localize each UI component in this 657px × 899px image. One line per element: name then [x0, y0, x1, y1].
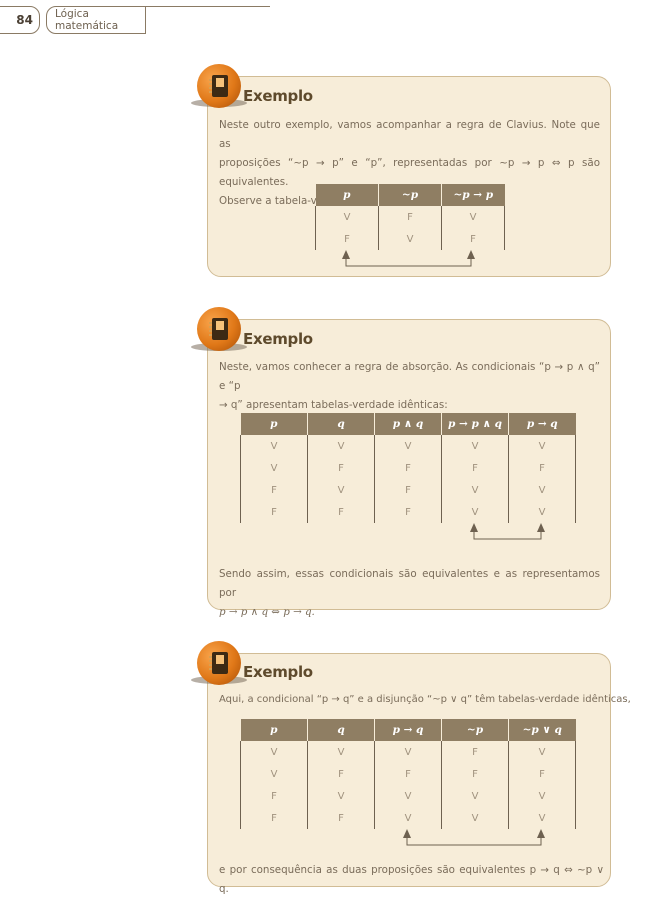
column-header: ~p ∨ q: [508, 719, 576, 741]
table-row: V F F F F: [240, 457, 576, 479]
book-title: Lógica matemática: [46, 6, 146, 34]
table-cell: V: [240, 763, 308, 785]
text-line: Aqui, a condicional “p → q” e a disjunçã…: [219, 694, 631, 705]
table-cell: V: [374, 741, 442, 763]
header-rule: [146, 6, 270, 7]
table-cell: F: [240, 785, 308, 807]
column-header: ~p: [378, 184, 442, 206]
column-header: p → q: [508, 413, 576, 435]
table-cell: F: [374, 479, 442, 501]
table-cell: F: [240, 479, 308, 501]
example-badge-icon: [197, 64, 241, 108]
equivalence-connector: [342, 250, 475, 267]
table-cell: F: [508, 457, 576, 479]
table-cell: F: [307, 807, 375, 829]
table-cell: V: [508, 435, 576, 457]
column-header: ~p → p: [441, 184, 505, 206]
table-cell: V: [441, 206, 505, 228]
column-header: ~p: [441, 719, 509, 741]
table-header-row: p q p → q ~p ~p ∨ q: [240, 719, 576, 741]
example-title: Exemplo: [243, 330, 313, 348]
table-header-row: p ~p ~p → p: [315, 184, 505, 206]
table-cell: F: [374, 763, 442, 785]
table-cell: V: [307, 435, 375, 457]
equivalence-connector: [403, 829, 545, 846]
example-badge-icon: [197, 641, 241, 685]
column-header: p: [240, 719, 308, 741]
truth-table: p ~p ~p → p V F V F V F: [315, 184, 505, 250]
text-line: Sendo assim, essas condicionais são equi…: [219, 568, 600, 599]
example-title: Exemplo: [243, 663, 313, 681]
table-cell: F: [307, 457, 375, 479]
column-header: q: [307, 413, 375, 435]
column-header: p: [315, 184, 379, 206]
table-row: V V V V V: [240, 435, 576, 457]
column-header: q: [307, 719, 375, 741]
text-line: e por consequência as duas proposições s…: [219, 864, 604, 895]
truth-table: p q p → q ~p ~p ∨ q V V V F V V F F F F …: [240, 719, 576, 829]
table-cell: F: [374, 457, 442, 479]
example-text: Neste, vamos conhecer a regra de absorçã…: [219, 358, 600, 415]
table-cell: V: [240, 457, 308, 479]
book-icon: [209, 652, 228, 674]
table-cell: V: [374, 435, 442, 457]
table-row: F V F V V: [240, 479, 576, 501]
example-closing: e por consequência as duas proposições s…: [219, 861, 604, 899]
table-cell: V: [508, 479, 576, 501]
table-cell: F: [240, 807, 308, 829]
table-row: V F V: [315, 206, 505, 228]
book-icon: [209, 75, 228, 97]
example-title: Exemplo: [243, 87, 313, 105]
table-cell: V: [441, 435, 509, 457]
page-number: 84: [0, 6, 40, 34]
table-cell: V: [307, 785, 375, 807]
table-row: F V V V V: [240, 785, 576, 807]
equivalence-connector: [470, 523, 545, 540]
book-icon: [209, 318, 228, 340]
table-header-row: p q p ∧ q p → p ∧ q p → q: [240, 413, 576, 435]
formula-line: p → p ∧ q ⇔ p → q.: [219, 606, 315, 618]
table-cell: V: [374, 785, 442, 807]
table-cell: V: [307, 741, 375, 763]
table-cell: F: [441, 741, 509, 763]
example-text: Aqui, a condicional “p → q” e a disjunçã…: [219, 690, 631, 709]
column-header: p → p ∧ q: [441, 413, 509, 435]
table-cell: F: [374, 501, 442, 523]
text-line: Neste outro exemplo, vamos acompanhar a …: [219, 119, 600, 150]
table-cell: V: [307, 479, 375, 501]
table-cell: V: [315, 206, 379, 228]
table-cell: V: [240, 435, 308, 457]
truth-table: p q p ∧ q p → p ∧ q p → q V V V V V V F …: [240, 413, 576, 523]
table-cell: F: [307, 763, 375, 785]
table-cell: V: [508, 785, 576, 807]
table-row: V F F F F: [240, 763, 576, 785]
header-rule-lower: [117, 33, 146, 34]
column-header: p → q: [374, 719, 442, 741]
text-line: Neste, vamos conhecer a regra de absorçã…: [219, 361, 600, 392]
table-cell: F: [508, 763, 576, 785]
table-cell: F: [240, 501, 308, 523]
table-cell: F: [378, 206, 442, 228]
example-closing: Sendo assim, essas condicionais são equi…: [219, 565, 600, 622]
table-cell: V: [240, 741, 308, 763]
table-cell: F: [307, 501, 375, 523]
table-row: V V V F V: [240, 741, 576, 763]
column-header: p ∧ q: [374, 413, 442, 435]
column-header: p: [240, 413, 308, 435]
table-cell: F: [441, 457, 509, 479]
table-cell: V: [441, 479, 509, 501]
table-cell: F: [441, 763, 509, 785]
table-cell: V: [441, 785, 509, 807]
example-badge-icon: [197, 307, 241, 351]
table-cell: V: [508, 741, 576, 763]
